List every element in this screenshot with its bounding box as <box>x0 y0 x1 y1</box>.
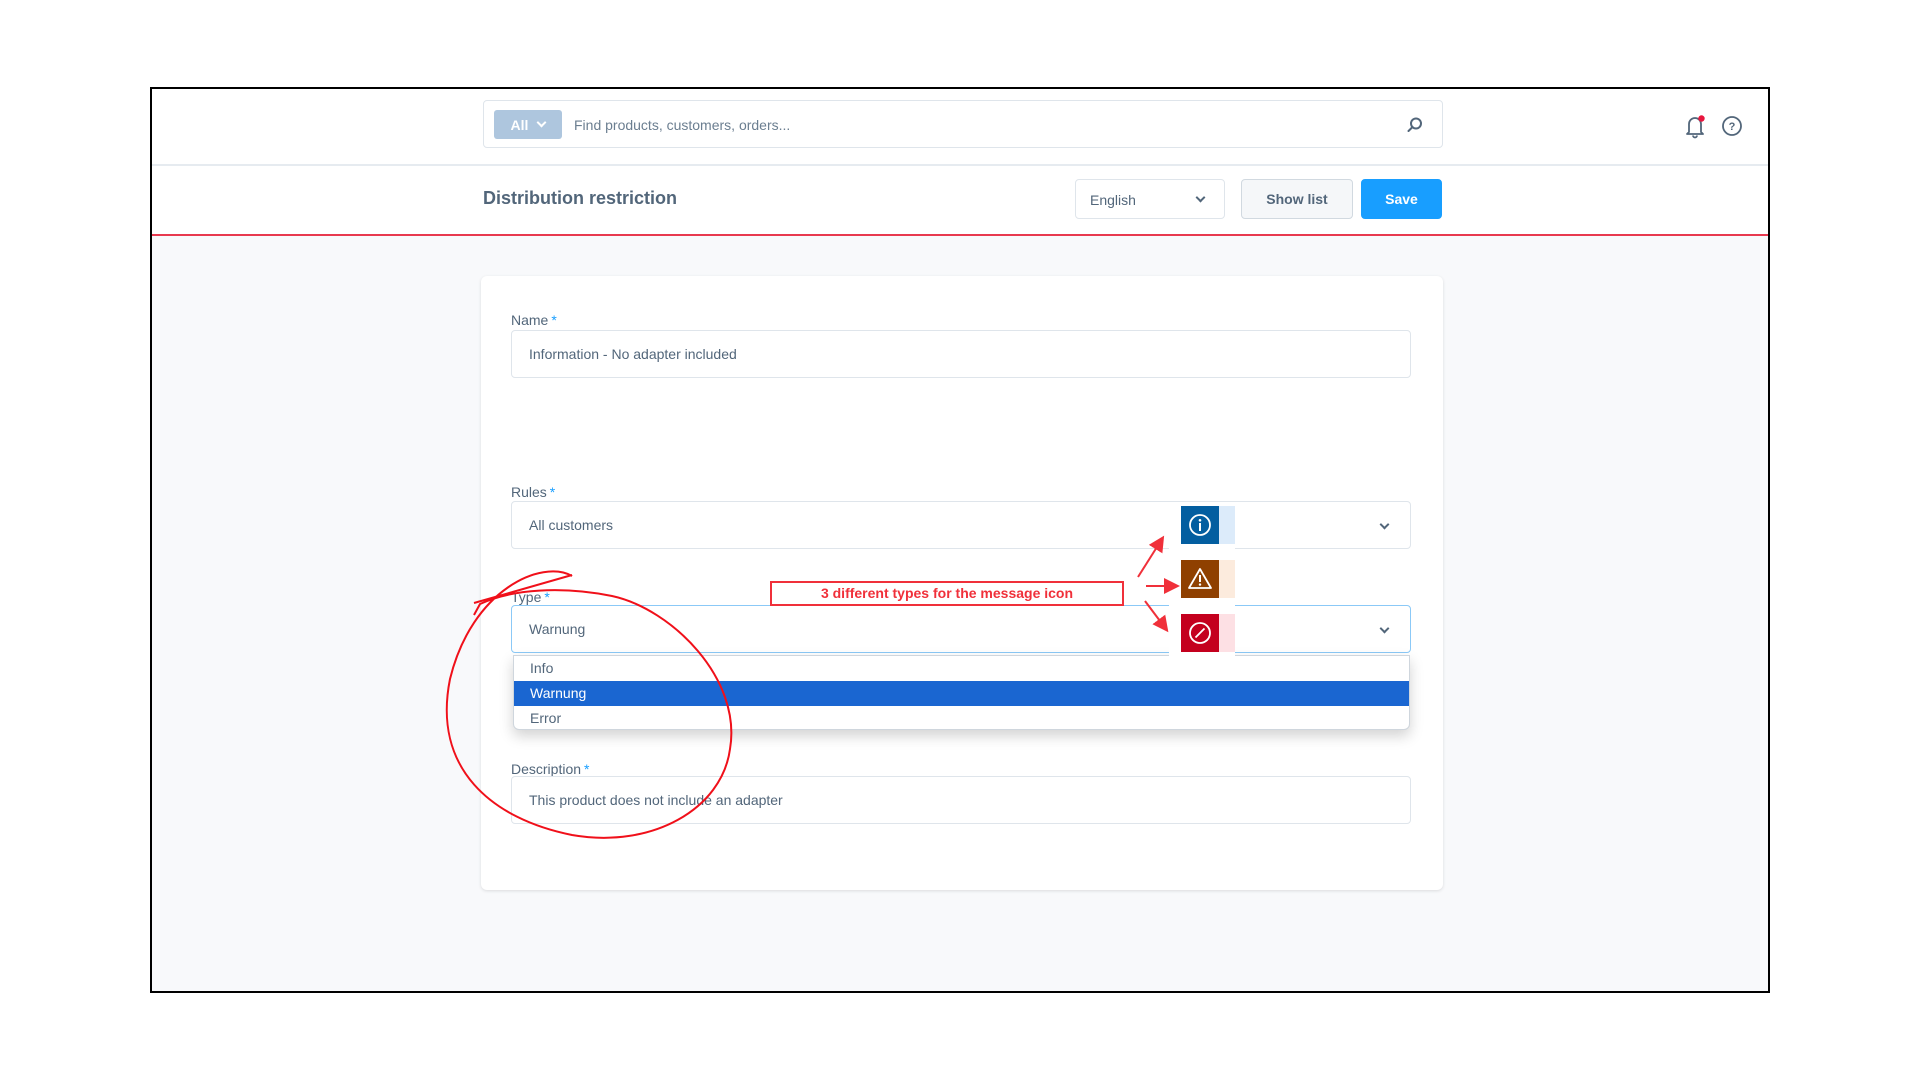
annotation-label: 3 different types for the message icon <box>770 581 1124 606</box>
type-label-text: Type <box>511 589 542 605</box>
required-mark: * <box>584 761 590 777</box>
notification-dot <box>1698 115 1705 122</box>
rules-select-value: All customers <box>529 517 614 533</box>
page-header: Distribution restriction English Show li… <box>152 166 1768 236</box>
search-scope-label: All <box>510 116 529 133</box>
required-mark: * <box>544 589 550 605</box>
chevron-down-icon <box>1195 192 1206 203</box>
name-input[interactable]: Information - No adapter included <box>511 330 1411 378</box>
chevron-down-icon <box>536 117 547 128</box>
search-icon[interactable] <box>1406 116 1424 134</box>
search-input[interactable] <box>574 111 1354 139</box>
info-message-icon <box>1181 506 1235 544</box>
page-title: Distribution restriction <box>483 188 678 208</box>
warning-triangle-icon <box>1188 568 1212 589</box>
show-list-button[interactable]: Show list <box>1241 179 1353 219</box>
warning-message-icon <box>1181 560 1235 598</box>
type-option-error[interactable]: Error <box>514 706 1409 729</box>
description-input[interactable]: This product does not include an adapter <box>511 776 1411 824</box>
info-circle-icon <box>1189 514 1211 536</box>
prohibited-icon <box>1189 622 1211 644</box>
description-label-text: Description <box>511 761 582 777</box>
language-select-value: English <box>1090 192 1136 208</box>
chevron-down-icon <box>1379 519 1390 530</box>
required-mark: * <box>549 484 556 500</box>
app-window: All ? Distribution restriction English S… <box>150 87 1770 993</box>
type-label: Type * <box>511 589 550 605</box>
chevron-down-icon <box>1379 623 1390 634</box>
top-bar: All ? <box>152 89 1768 166</box>
rules-label: Rules * <box>511 484 555 500</box>
message-icon-examples <box>1169 502 1235 657</box>
rules-label-text: Rules <box>511 484 547 500</box>
bell-icon[interactable] <box>1682 113 1708 139</box>
type-dropdown-menu: Info Warnung Error <box>513 655 1410 730</box>
global-search: All <box>483 100 1443 148</box>
save-button[interactable]: Save <box>1361 179 1442 219</box>
type-option-warnung[interactable]: Warnung <box>514 681 1409 706</box>
svg-text:?: ? <box>1729 121 1736 133</box>
error-message-icon <box>1181 614 1235 652</box>
name-input-value: Information - No adapter included <box>529 346 737 362</box>
type-select[interactable]: Warnung <box>511 605 1411 653</box>
search-scope-dropdown[interactable]: All <box>494 110 562 139</box>
name-label-text: Name <box>511 312 549 328</box>
description-label: Description * <box>511 761 589 777</box>
rules-select[interactable]: All customers <box>511 501 1411 549</box>
description-input-value: This product does not include an adapter <box>529 792 783 808</box>
name-label: Name * <box>511 312 557 328</box>
type-select-value: Warnung <box>529 621 586 637</box>
language-select[interactable]: English <box>1075 179 1225 219</box>
type-option-info[interactable]: Info <box>514 656 1409 681</box>
help-icon[interactable]: ? <box>1719 113 1745 139</box>
required-mark: * <box>551 312 557 328</box>
